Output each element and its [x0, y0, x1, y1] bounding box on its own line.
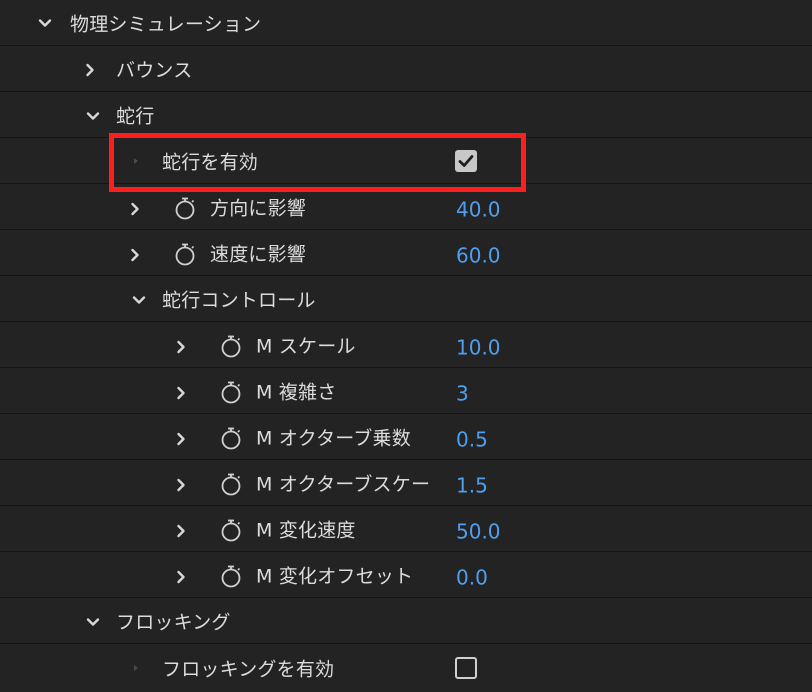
chevron-right-icon[interactable]: [174, 524, 188, 538]
tree-row-wander[interactable]: 蛇行: [0, 92, 812, 138]
wander-enable-checkbox[interactable]: [455, 150, 477, 172]
tree-row-m-complexity[interactable]: M 複雑さ 3: [0, 368, 812, 414]
tree-label-bounce: バウンス: [116, 59, 193, 81]
tree-label-affect-direction: 方向に影響: [210, 197, 307, 219]
tree-row-wander-controls[interactable]: 蛇行コントロール: [0, 276, 812, 322]
tree-label-wander-controls: 蛇行コントロール: [162, 289, 316, 311]
m-evolution-speed-value[interactable]: 50.0: [456, 519, 501, 543]
flocking-enable-checkbox[interactable]: [455, 657, 477, 679]
stopwatch-icon[interactable]: [220, 380, 242, 404]
chevron-right-icon[interactable]: [174, 340, 188, 354]
stopwatch-icon[interactable]: [174, 242, 196, 266]
stopwatch-icon[interactable]: [220, 518, 242, 542]
chevron-right-icon[interactable]: [174, 570, 188, 584]
tree-label-wander-enable: 蛇行を有効: [162, 151, 259, 173]
tree-row-affect-speed[interactable]: 速度に影響 60.0: [0, 230, 812, 276]
tree-label-m-evolution-speed: M 変化速度: [256, 519, 356, 541]
affect-speed-value[interactable]: 60.0: [456, 243, 501, 267]
m-octave-multiplier-value[interactable]: 0.5: [456, 427, 488, 451]
m-scale-value[interactable]: 10.0: [456, 335, 501, 359]
disclosure-triangle-icon: [134, 158, 138, 164]
m-complexity-value[interactable]: 3: [456, 381, 469, 405]
tree-row-physics[interactable]: 物理シミュレーション: [0, 0, 812, 46]
affect-direction-value[interactable]: 40.0: [456, 197, 501, 221]
tree-row-m-octave-multiplier[interactable]: M オクターブ乗数 0.5: [0, 414, 812, 460]
stopwatch-icon[interactable]: [220, 426, 242, 450]
chevron-right-icon[interactable]: [128, 248, 142, 262]
tree-label-m-complexity: M 複雑さ: [256, 381, 337, 403]
tree-row-affect-direction[interactable]: 方向に影響 40.0: [0, 184, 812, 230]
tree-label-wander: 蛇行: [116, 105, 155, 127]
chevron-right-icon[interactable]: [174, 478, 188, 492]
tree-label-affect-speed: 速度に影響: [210, 243, 307, 265]
disclosure-triangle-icon: [134, 665, 138, 671]
chevron-right-icon[interactable]: [174, 386, 188, 400]
chevron-right-icon[interactable]: [174, 432, 188, 446]
chevron-right-icon[interactable]: [83, 63, 97, 77]
tree-row-bounce[interactable]: バウンス: [0, 46, 812, 92]
tree-label-m-octave-multiplier: M オクターブ乗数: [256, 427, 411, 449]
tree-label-flocking-enable: フロッキングを有効: [162, 658, 335, 681]
tree-row-flocking-enable: フロッキングを有効: [0, 644, 812, 692]
chevron-down-icon[interactable]: [38, 16, 52, 30]
tree-row-m-evolution-offset[interactable]: M 変化オフセット 0.0: [0, 552, 812, 598]
tree-label-flocking: フロッキング: [116, 611, 231, 633]
stopwatch-icon[interactable]: [220, 334, 242, 358]
chevron-right-icon[interactable]: [128, 202, 142, 216]
tree-row-flocking[interactable]: フロッキング: [0, 598, 812, 644]
tree-label-m-evolution-offset: M 変化オフセット: [256, 565, 414, 587]
chevron-down-icon[interactable]: [132, 293, 146, 307]
stopwatch-icon[interactable]: [220, 472, 242, 496]
chevron-down-icon[interactable]: [86, 615, 100, 629]
tree-label-m-octave-scale: M オクターブスケー: [256, 473, 431, 495]
tree-label-physics: 物理シミュレーション: [70, 13, 262, 35]
tree-row-wander-enable: 蛇行を有効: [0, 138, 812, 184]
tree-label-m-scale: M スケール: [256, 335, 356, 357]
tree-row-m-octave-scale[interactable]: M オクターブスケー 1.5: [0, 460, 812, 506]
m-evolution-offset-value[interactable]: 0.0: [456, 565, 488, 589]
chevron-down-icon[interactable]: [86, 109, 100, 123]
stopwatch-icon[interactable]: [174, 196, 196, 220]
stopwatch-icon[interactable]: [220, 564, 242, 588]
tree-row-m-scale[interactable]: M スケール 10.0: [0, 322, 812, 368]
m-octave-scale-value[interactable]: 1.5: [456, 473, 488, 497]
tree-row-m-evolution-speed[interactable]: M 変化速度 50.0: [0, 506, 812, 552]
